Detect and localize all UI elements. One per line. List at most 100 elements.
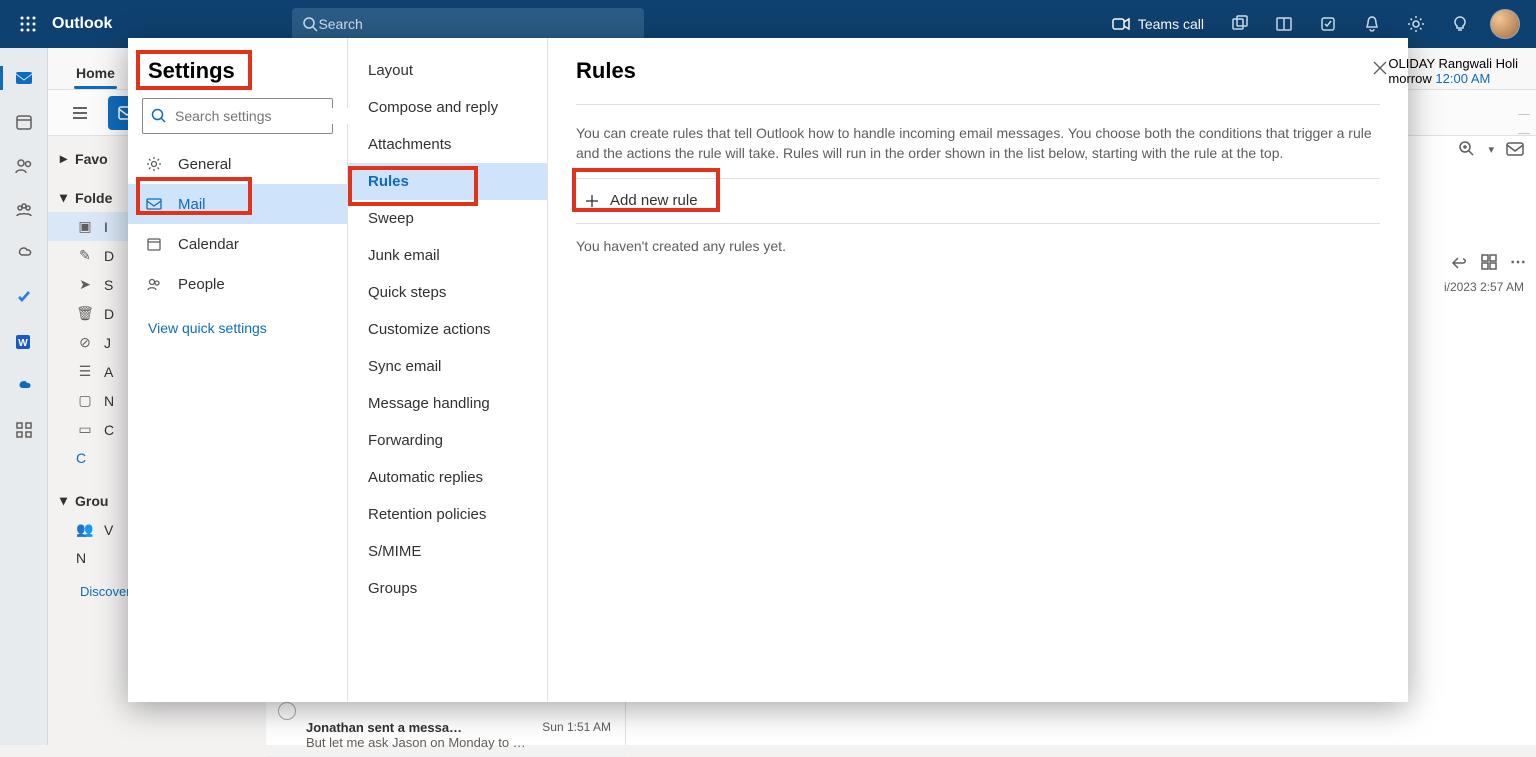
event-time: 12:00 AM <box>1435 71 1490 86</box>
people-icon: 👥 <box>76 521 94 538</box>
subnav-msghandling[interactable]: Message handling <box>348 385 547 422</box>
category-label: General <box>178 156 231 173</box>
rail-files-icon[interactable] <box>0 232 48 276</box>
rail-apps-icon[interactable] <box>0 408 48 452</box>
plus-icon <box>584 193 600 209</box>
folder-label: D <box>104 306 114 322</box>
draft-icon: ✎ <box>76 247 94 264</box>
folder-label: A <box>104 364 113 380</box>
app-launcher-icon[interactable] <box>8 0 48 48</box>
subnav-layout[interactable]: Layout <box>348 52 547 89</box>
zoom-icon[interactable] <box>1458 140 1476 158</box>
subnav-retention[interactable]: Retention policies <box>348 496 547 533</box>
add-rule-label: Add new rule <box>610 192 698 209</box>
category-calendar[interactable]: Calendar <box>128 224 347 264</box>
event-title: OLIDAY Rangwali Holi <box>1388 56 1518 71</box>
folder-label: V <box>104 522 113 538</box>
sent-icon: ➤ <box>76 276 94 293</box>
people-icon <box>146 276 164 292</box>
message-date: i/2023 2:57 AM <box>1444 280 1524 294</box>
scrollbar-thumb[interactable] <box>1518 114 1530 134</box>
settings-modal: Settings General Mail Calendar People <box>128 38 1408 702</box>
settings-pane: Rules You can create rules that tell Out… <box>548 38 1408 702</box>
left-app-rail: W <box>0 48 48 745</box>
message-preview: But let me ask Jason on Monday to … <box>306 735 526 750</box>
search-icon <box>151 108 167 124</box>
rail-onedrive-icon[interactable] <box>0 364 48 408</box>
folder-icon: ▭ <box>76 421 94 438</box>
rail-todo-icon[interactable] <box>0 276 48 320</box>
pane-title: Rules <box>576 58 1380 84</box>
reply-icon[interactable] <box>1450 253 1468 271</box>
category-people[interactable]: People <box>128 264 347 304</box>
subnav-smime[interactable]: S/MIME <box>348 533 547 570</box>
subnav-attachments[interactable]: Attachments <box>348 126 547 163</box>
tab-home[interactable]: Home <box>62 65 129 89</box>
rail-mail-icon[interactable] <box>0 56 48 100</box>
svg-text:W: W <box>18 338 28 349</box>
trash-icon: 🗑 <box>76 305 94 322</box>
settings-search[interactable] <box>142 98 333 134</box>
subnav-sync[interactable]: Sync email <box>348 348 547 385</box>
more-icon[interactable]: ⋯ <box>1510 252 1526 272</box>
mark-read-icon[interactable] <box>1506 141 1526 157</box>
chevron-down-icon: ▾ <box>60 189 67 206</box>
add-rule-button[interactable]: Add new rule <box>576 178 1380 224</box>
bulb-icon[interactable] <box>1438 0 1482 48</box>
calendar-peek[interactable]: OLIDAY Rangwali Holi morrow 12:00 AM <box>1388 56 1518 86</box>
rail-groups-icon[interactable] <box>0 188 48 232</box>
archive-icon: ☰ <box>76 363 94 380</box>
rules-description: You can create rules that tell Outlook h… <box>576 104 1380 164</box>
settings-categories: Settings General Mail Calendar People <box>128 38 348 702</box>
close-icon[interactable] <box>1372 60 1388 76</box>
rules-empty-text: You haven't created any rules yet. <box>576 238 1380 254</box>
groups-label: Grou <box>75 493 108 509</box>
search-input[interactable] <box>318 16 634 32</box>
folder-label: C <box>76 450 86 466</box>
message-time: Sun 1:51 AM <box>542 720 611 734</box>
chevron-down-icon: ▾ <box>60 492 67 509</box>
grid-icon[interactable] <box>1480 253 1498 271</box>
teams-call-button[interactable]: Teams call <box>1098 16 1218 32</box>
subnav-customize[interactable]: Customize actions <box>348 311 547 348</box>
folder-label: S <box>104 277 113 293</box>
inbox-icon: ▣ <box>76 218 94 235</box>
rail-people-icon[interactable] <box>0 144 48 188</box>
global-search[interactable] <box>292 8 644 40</box>
folder-label: N <box>76 550 86 566</box>
folder-label: C <box>104 422 114 438</box>
avatar-placeholder-icon <box>278 702 296 720</box>
event-when: morrow <box>1388 71 1431 86</box>
category-label: People <box>178 276 225 293</box>
subnav-quicksteps[interactable]: Quick steps <box>348 274 547 311</box>
folder-label: D <box>104 248 114 264</box>
subnav-autoreplies[interactable]: Automatic replies <box>348 459 547 496</box>
view-quick-settings-link[interactable]: View quick settings <box>128 304 347 352</box>
hamburger-icon[interactable] <box>62 96 98 130</box>
subnav-junk[interactable]: Junk email <box>348 237 547 274</box>
subnav-forwarding[interactable]: Forwarding <box>348 422 547 459</box>
subnav-compose[interactable]: Compose and reply <box>348 89 547 126</box>
category-label: Mail <box>178 196 206 213</box>
category-label: Calendar <box>178 236 239 253</box>
settings-search-input[interactable] <box>175 108 356 124</box>
chevron-down-icon[interactable]: ▾ <box>1488 143 1494 156</box>
folders-label: Folde <box>75 190 112 206</box>
category-general[interactable]: General <box>128 144 347 184</box>
subnav-groups[interactable]: Groups <box>348 570 547 607</box>
mail-icon <box>146 196 164 212</box>
folder-label: N <box>104 393 114 409</box>
settings-subnav: Layout Compose and reply Attachments Rul… <box>348 38 548 702</box>
app-brand: Outlook <box>52 15 112 33</box>
teams-call-label: Teams call <box>1138 16 1204 32</box>
notes-icon: ▢ <box>76 392 94 409</box>
category-mail[interactable]: Mail <box>128 184 347 224</box>
subnav-rules[interactable]: Rules <box>348 163 547 200</box>
subnav-sweep[interactable]: Sweep <box>348 200 547 237</box>
message-item[interactable]: Jonathan sent a messa… Sun 1:51 AM But l… <box>266 696 625 757</box>
rail-word-icon[interactable]: W <box>0 320 48 364</box>
settings-title: Settings <box>128 38 347 94</box>
avatar[interactable] <box>1490 9 1520 39</box>
rail-calendar-icon[interactable] <box>0 100 48 144</box>
favorites-label: Favo <box>75 151 108 167</box>
